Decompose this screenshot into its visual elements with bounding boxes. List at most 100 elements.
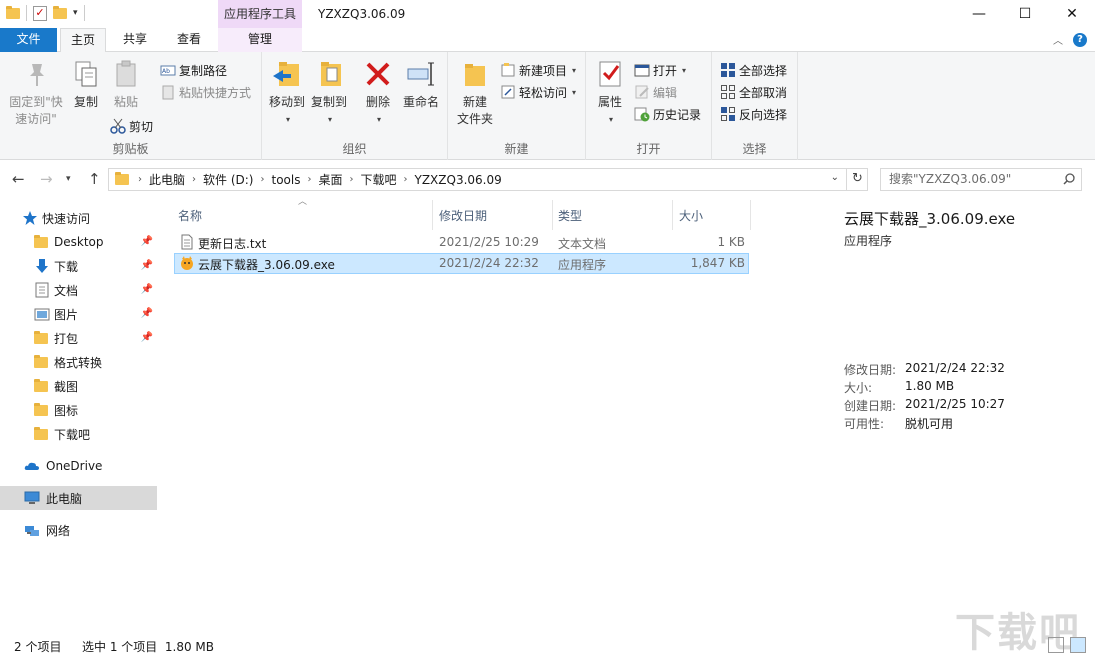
table-row-selected[interactable]: 云展下载器_3.06.09.exe 2021/2/24 22:32 应用程序 1… — [174, 253, 749, 274]
organize-group-label: 组织 — [342, 142, 367, 156]
details-prop-key: 修改日期: — [844, 363, 897, 377]
back-arrow-icon[interactable]: ← — [12, 170, 25, 188]
sidebar-item-icons[interactable]: 图标 — [0, 398, 157, 422]
pin-quick-access-button[interactable]: 固定到"快 速访问" — [6, 58, 66, 128]
folder-icon — [34, 402, 48, 416]
delete-button[interactable]: 删除 ▾ — [360, 58, 396, 128]
copy-path-icon: Ab — [160, 62, 176, 78]
column-header-name[interactable]: 名称 — [178, 204, 202, 228]
edit-button[interactable]: 编辑 — [634, 82, 677, 102]
sidebar-item-this-pc[interactable]: 此电脑 — [0, 486, 157, 510]
paste-label: 粘贴 — [113, 95, 138, 109]
maximize-button[interactable]: ☐ — [1002, 0, 1048, 28]
move-to-button[interactable]: 移动到 ▾ — [266, 58, 308, 128]
refresh-button[interactable]: ↻ — [846, 168, 868, 191]
sidebar-item-downloads[interactable]: 下载 📌 — [0, 254, 157, 278]
column-divider[interactable] — [750, 200, 751, 230]
copy-to-button[interactable]: 复制到 ▾ — [308, 58, 350, 128]
minimize-button[interactable]: — — [956, 0, 1002, 28]
chevron-right-icon[interactable]: › — [401, 174, 411, 185]
copy-path-button[interactable]: Ab 复制路径 — [160, 60, 227, 80]
sidebar-item-documents[interactable]: 文档 📌 — [0, 278, 157, 302]
chevron-right-icon[interactable]: › — [304, 174, 314, 185]
details-view-icon[interactable] — [1048, 637, 1064, 653]
paste-button[interactable]: 粘贴 — [108, 58, 144, 111]
breadcrumb-tools[interactable]: tools — [267, 173, 304, 187]
sidebar-item-format-convert[interactable]: 格式转换 — [0, 350, 157, 374]
new-folder-button[interactable]: 新建 文件夹 — [452, 58, 498, 128]
new-folder-quick-icon[interactable] — [53, 5, 67, 19]
customize-qat-icon[interactable]: ▾ — [73, 8, 78, 18]
details-prop-row: 可用性: 脱机可用 — [844, 415, 953, 432]
chevron-right-icon[interactable]: › — [346, 174, 356, 185]
invert-selection-button[interactable]: 反向选择 — [720, 104, 787, 124]
copy-button[interactable]: 复制 — [68, 58, 104, 111]
recent-locations-icon[interactable]: ▾ — [66, 174, 71, 184]
tab-file[interactable]: 文件 — [0, 28, 57, 52]
properties-quick-icon[interactable]: ✓ — [33, 5, 47, 21]
paste-shortcut-button[interactable]: 粘贴快捷方式 — [160, 82, 251, 102]
sidebar-item-network[interactable]: 网络 — [0, 518, 157, 542]
select-none-button[interactable]: 全部取消 — [720, 82, 787, 102]
forward-arrow-icon[interactable]: → — [40, 170, 53, 188]
column-divider[interactable] — [672, 200, 673, 230]
sidebar-item-pictures[interactable]: 图片 📌 — [0, 302, 157, 326]
new-folder-label-2: 文件夹 — [456, 112, 493, 126]
tab-share[interactable]: 共享 — [112, 28, 158, 52]
sidebar-item-dabao[interactable]: 打包 📌 — [0, 326, 157, 350]
address-bar[interactable]: › 此电脑 › 软件 (D:) › tools › 桌面 › 下载吧 › YZX… — [108, 168, 868, 191]
sidebar-item-quick-access[interactable]: 快速访问 — [0, 206, 157, 230]
sidebar-item-screenshots[interactable]: 截图 — [0, 374, 157, 398]
chevron-right-icon[interactable]: › — [189, 174, 199, 185]
sidebar-item-xiazaiba[interactable]: 下载吧 — [0, 422, 157, 446]
pin-icon[interactable]: 📌 — [141, 284, 153, 295]
history-button[interactable]: 历史记录 — [634, 104, 701, 124]
cut-button[interactable]: 剪切 — [110, 116, 153, 136]
new-folder-icon — [459, 58, 491, 90]
column-header-type[interactable]: 类型 — [558, 204, 582, 228]
pin-icon[interactable]: 📌 — [141, 260, 153, 271]
breadcrumb-desktop[interactable]: 桌面 — [314, 171, 346, 188]
open-button[interactable]: 打开 ▾ — [634, 60, 686, 80]
rename-button[interactable]: 重命名 — [400, 58, 442, 111]
search-input[interactable]: 搜索"YZXZQ3.06.09" — [880, 168, 1082, 191]
close-button[interactable]: ✕ — [1049, 0, 1095, 28]
status-selection: 选中 1 个项目 1.80 MB — [82, 640, 215, 654]
pin-icon[interactable]: 📌 — [141, 308, 153, 319]
column-divider[interactable] — [432, 200, 433, 230]
easy-access-button[interactable]: 轻松访问 ▾ — [500, 82, 576, 102]
tab-manage[interactable]: 管理 — [218, 28, 302, 52]
large-icons-view-icon[interactable] — [1070, 637, 1086, 653]
properties-button[interactable]: 属性 ▾ — [592, 58, 628, 128]
sidebar-item-onedrive[interactable]: OneDrive — [0, 454, 157, 478]
pin-icon[interactable]: 📌 — [141, 332, 153, 343]
breadcrumb-current-folder[interactable]: YZXZQ3.06.09 — [411, 173, 506, 187]
divider — [83, 5, 85, 21]
tab-home[interactable]: 主页 — [60, 28, 106, 53]
sidebar-item-label: 打包 — [54, 331, 79, 346]
chevron-right-icon[interactable]: › — [257, 174, 267, 185]
up-arrow-icon[interactable]: ↑ — [88, 170, 101, 188]
edit-label: 编辑 — [653, 85, 678, 100]
breadcrumb-xiazaiba[interactable]: 下载吧 — [356, 171, 400, 188]
star-icon — [22, 210, 38, 226]
breadcrumb-this-pc[interactable]: 此电脑 — [145, 171, 189, 188]
folder-icon — [115, 172, 129, 185]
address-history-dropdown-icon[interactable]: ⌄ — [831, 172, 839, 183]
clipboard-group-label: 剪贴板 — [112, 142, 149, 156]
select-none-label: 全部取消 — [739, 85, 788, 100]
sidebar-item-label: 文档 — [54, 283, 79, 298]
column-header-size[interactable]: 大小 — [679, 204, 703, 228]
select-all-button[interactable]: 全部选择 — [720, 60, 787, 80]
sidebar-item-desktop[interactable]: Desktop 📌 — [0, 230, 157, 254]
pin-icon[interactable]: 📌 — [141, 236, 153, 247]
column-header-modified[interactable]: 修改日期 — [439, 204, 487, 228]
tab-view[interactable]: 查看 — [166, 28, 212, 52]
help-icon[interactable]: ? — [1073, 32, 1087, 47]
table-row[interactable]: 更新日志.txt 2021/2/25 10:29 文本文档 1 KB — [174, 232, 749, 253]
column-divider[interactable] — [552, 200, 553, 230]
collapse-ribbon-icon[interactable]: ︿ — [1053, 32, 1063, 47]
details-prop-value: 2021/2/25 10:27 — [905, 397, 1005, 411]
breadcrumb-drive-d[interactable]: 软件 (D:) — [199, 171, 257, 188]
new-item-button[interactable]: 新建项目 ▾ — [500, 60, 576, 80]
